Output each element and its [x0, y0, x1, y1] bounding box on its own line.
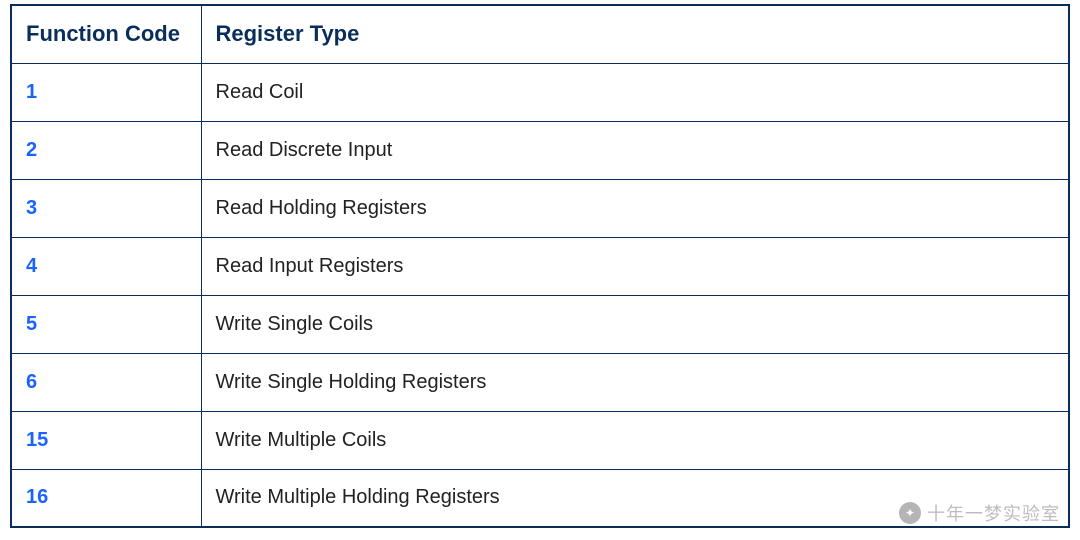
cell-register-type: Read Coil	[201, 63, 1069, 121]
header-register-type: Register Type	[201, 5, 1069, 63]
cell-function-code: 16	[11, 469, 201, 527]
cell-register-type: Read Holding Registers	[201, 179, 1069, 237]
cell-register-type: Read Input Registers	[201, 237, 1069, 295]
function-code-table: Function Code Register Type 1 Read Coil …	[10, 4, 1070, 528]
cell-register-type: Write Single Coils	[201, 295, 1069, 353]
table-row: 5 Write Single Coils	[11, 295, 1069, 353]
header-function-code: Function Code	[11, 5, 201, 63]
cell-function-code: 2	[11, 121, 201, 179]
cell-function-code: 6	[11, 353, 201, 411]
cell-register-type: Write Multiple Coils	[201, 411, 1069, 469]
cell-register-type: Write Multiple Holding Registers	[201, 469, 1069, 527]
cell-function-code: 3	[11, 179, 201, 237]
cell-function-code: 4	[11, 237, 201, 295]
table-row: 2 Read Discrete Input	[11, 121, 1069, 179]
table-header-row: Function Code Register Type	[11, 5, 1069, 63]
cell-function-code: 5	[11, 295, 201, 353]
table-row: 15 Write Multiple Coils	[11, 411, 1069, 469]
table-row: 1 Read Coil	[11, 63, 1069, 121]
table-row: 3 Read Holding Registers	[11, 179, 1069, 237]
table-row: 4 Read Input Registers	[11, 237, 1069, 295]
table-row: 6 Write Single Holding Registers	[11, 353, 1069, 411]
cell-register-type: Read Discrete Input	[201, 121, 1069, 179]
cell-register-type: Write Single Holding Registers	[201, 353, 1069, 411]
cell-function-code: 15	[11, 411, 201, 469]
cell-function-code: 1	[11, 63, 201, 121]
table-row: 16 Write Multiple Holding Registers	[11, 469, 1069, 527]
